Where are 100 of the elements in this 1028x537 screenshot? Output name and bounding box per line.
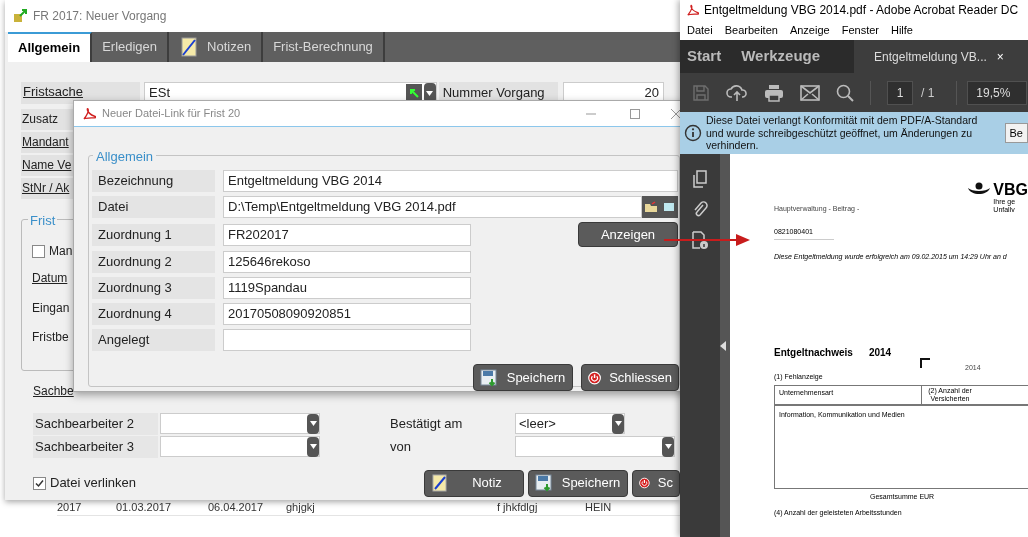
- tab[interactable]: Erledigen: [92, 32, 170, 62]
- page-count: / 1: [921, 84, 935, 102]
- dropdown-button[interactable]: [662, 436, 674, 457]
- document-info-icon[interactable]: [691, 230, 709, 250]
- document-icon: [662, 201, 676, 213]
- field-label: Datei: [92, 196, 215, 218]
- notepad-icon: [179, 36, 200, 58]
- paperclip-icon[interactable]: [692, 200, 708, 218]
- note-button[interactable]: Notiz: [424, 469, 524, 497]
- document-heading: 2014: [868, 345, 892, 360]
- caret-icon: [309, 444, 317, 449]
- save-button[interactable]: Speichern: [528, 469, 628, 497]
- tab[interactable]: Start: [687, 40, 742, 73]
- field-label[interactable]: Fristsache: [21, 82, 141, 104]
- show-button[interactable]: Anzeigen: [578, 222, 678, 247]
- logo-text: VBG: [993, 182, 1028, 198]
- field-label: Zuordnung 1: [92, 223, 215, 246]
- field-label[interactable]: StNr / Ak: [21, 178, 73, 199]
- info-icon: [684, 124, 702, 142]
- text-field[interactable]: 125646rekoso: [223, 251, 471, 273]
- document-heading: Entgeltnachweis: [774, 345, 853, 360]
- text-field[interactable]: Entgeltmeldung VBG 2014: [223, 170, 678, 192]
- arrow-icon: [408, 88, 419, 98]
- tab[interactable]: Allgemein: [8, 32, 93, 62]
- field-label: Zusatz: [21, 109, 73, 130]
- save-icon: [480, 368, 498, 387]
- menu-item[interactable]: Anzeige: [789, 21, 830, 39]
- field-label[interactable]: Name Ve: [21, 155, 73, 176]
- text-field[interactable]: FR202017: [223, 223, 471, 246]
- menu-item[interactable]: Fenster: [841, 21, 879, 39]
- checkbox-label: Man: [49, 243, 73, 260]
- field-label: Angelegt: [92, 329, 215, 351]
- folder-icon: [644, 201, 658, 213]
- field-label[interactable]: Datum: [32, 269, 68, 287]
- field-label: Fristbe: [32, 329, 69, 346]
- zoom-field[interactable]: 19,5%: [967, 80, 1028, 105]
- dialog-title: Neuer Datei-Link für Frist 20: [102, 106, 242, 122]
- dropdown-field[interactable]: <leer>: [515, 413, 625, 434]
- tab[interactable]: Entgeltmeldung VB... ×: [854, 40, 1028, 73]
- pdf-icon: [82, 106, 96, 121]
- close-icon[interactable]: [671, 108, 681, 119]
- dropdown-button[interactable]: [423, 83, 436, 103]
- caret-icon: [664, 444, 672, 449]
- dropdown-field[interactable]: [160, 436, 320, 457]
- dropdown-field[interactable]: [515, 436, 675, 457]
- mail-icon[interactable]: [800, 84, 820, 101]
- save-button[interactable]: Speichern: [473, 364, 573, 391]
- dropdown-button[interactable]: [307, 436, 319, 457]
- print-icon[interactable]: [764, 83, 784, 102]
- notepad-icon: [431, 474, 449, 492]
- caret-icon: [309, 421, 317, 426]
- search-icon[interactable]: [836, 83, 854, 102]
- info-message: Diese Datei verlangt Konformität mit dem PDF/A-Standard und wurde schreibgeschützt geöffnet, um Änderungen zu verhindern.: [706, 114, 979, 152]
- maximize-icon[interactable]: [629, 107, 641, 120]
- table-cell-text: 01.03.2017: [116, 500, 173, 516]
- table-cell-text: 2017: [57, 500, 83, 516]
- field-label: Sachbearbeiter 2: [33, 412, 158, 435]
- field-label: Sachbearbeiter 3: [33, 435, 158, 458]
- dropdown-field[interactable]: [160, 413, 320, 434]
- checkbox[interactable]: [32, 244, 45, 258]
- pages-icon[interactable]: [692, 170, 708, 188]
- text-field[interactable]: 20170508090920851: [223, 303, 471, 325]
- close-button[interactable]: Schliessen: [581, 364, 679, 391]
- field-label: von: [390, 437, 412, 456]
- table-cell-text: HEIN: [585, 500, 613, 516]
- table-cell-text: 06.04.2017: [208, 500, 265, 516]
- field-label: Bestätigt am: [390, 414, 464, 433]
- menu-item[interactable]: Datei: [687, 21, 713, 39]
- field-label[interactable]: Mandant: [21, 132, 73, 153]
- folder-button[interactable]: [642, 196, 660, 218]
- tab[interactable]: Werkzeuge: [741, 40, 841, 73]
- field-label: Eingan: [32, 299, 70, 317]
- field-label[interactable]: Sachbe: [33, 384, 74, 398]
- save-icon: [535, 474, 553, 492]
- cloud-upload-icon[interactable]: [726, 83, 748, 102]
- page-number-field[interactable]: 1: [887, 80, 913, 105]
- window-title: FR 2017: Neuer Vorgang: [33, 8, 167, 25]
- menu-item[interactable]: Hilfe: [890, 21, 913, 39]
- field-label: Zuordnung 3: [92, 277, 215, 299]
- app-icon: [13, 9, 27, 23]
- dropdown-button[interactable]: [612, 413, 624, 434]
- checkbox-label: Datei verlinken: [50, 474, 136, 493]
- checkbox[interactable]: [33, 476, 46, 490]
- caret-icon: [426, 90, 434, 96]
- text-field[interactable]: 1119Spandau: [223, 277, 471, 299]
- corner-mark-icon: [920, 357, 930, 368]
- window-title: Entgeltmeldung VBG 2014.pdf - Adobe Acrobat Reader DC: [704, 2, 1019, 19]
- menu-item[interactable]: Bearbeiten: [724, 21, 778, 39]
- close-button[interactable]: Sc: [632, 469, 680, 497]
- document-button[interactable]: [660, 196, 678, 218]
- file-path-field[interactable]: D:\Temp\Entgeltmeldung VBG 2014.pdf: [223, 196, 642, 218]
- tab[interactable]: Frist-Berechnung: [263, 32, 385, 62]
- tab[interactable]: Notizen: [169, 32, 264, 62]
- dropdown-button[interactable]: [307, 413, 319, 434]
- info-button[interactable]: Be: [1004, 123, 1028, 143]
- close-tab-button[interactable]: ×: [996, 47, 1004, 66]
- text-field[interactable]: [223, 329, 471, 351]
- table-cell-text: ghjgkj: [286, 500, 316, 516]
- table-cell-text: f jhkfdlgj: [497, 500, 539, 516]
- pdf-icon: [686, 3, 699, 17]
